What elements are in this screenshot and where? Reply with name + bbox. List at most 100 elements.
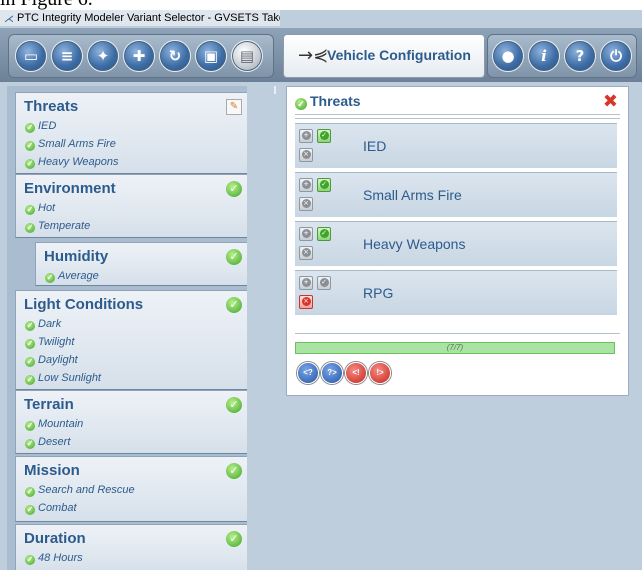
select-toggle[interactable]: ✓ xyxy=(317,276,331,290)
section-light-conditions[interactable]: Light Conditions ✓ ✓ Dark ✓ Twilight ✓ Dayl… xyxy=(15,290,247,390)
page-title-box: →⋞ Vehicle Configuration xyxy=(283,34,485,78)
divider xyxy=(295,333,620,334)
threat-row-ied[interactable]: + ✓ × IED xyxy=(295,123,617,168)
titlebar-strip xyxy=(280,10,642,26)
threat-row-rpg[interactable]: + ✓ × RPG xyxy=(295,270,617,315)
list-item: ✓ Mountain xyxy=(25,418,84,431)
check-icon: ✓ xyxy=(226,463,242,479)
list-item: ✓ Temperate xyxy=(25,220,91,233)
check-icon: ✓ xyxy=(226,397,242,413)
divider xyxy=(295,114,620,115)
section-threats[interactable]: Threats ✎ ✓ IED ✓ Small Arms Fire ✓ Heavy W… xyxy=(15,92,247,174)
package-icon[interactable]: ▣ xyxy=(195,40,227,72)
check-icon: ✓ xyxy=(25,123,35,133)
exclude-toggle[interactable]: × xyxy=(299,148,313,162)
section-title: Environment xyxy=(24,180,116,197)
list-item: ✓ Low Sunlight xyxy=(25,372,101,385)
list-item: ✓ Heavy Weapons xyxy=(25,156,119,169)
threats-editor-panel: ✓ Threats ✖ + ✓ × IED + ✓ × Small Arms Fi… xyxy=(286,86,629,396)
check-icon: ✓ xyxy=(226,181,242,197)
section-terrain[interactable]: Terrain ✓ ✓ Mountain ✓ Desert xyxy=(15,390,247,454)
next-unresolved-button[interactable]: ?> xyxy=(321,362,343,384)
magic-wand-icon[interactable]: ✦ xyxy=(87,40,119,72)
toolbar-right-group: ● i ? ⏻ xyxy=(487,34,637,78)
expand-icon[interactable]: ✚ xyxy=(123,40,155,72)
check-icon: ✓ xyxy=(295,98,307,110)
threat-label: Heavy Weapons xyxy=(363,236,466,252)
threat-label: Small Arms Fire xyxy=(363,187,462,203)
window-title: PTC Integrity Modeler Variant Selector -… xyxy=(17,12,280,24)
previous-unresolved-button[interactable]: <? xyxy=(297,362,319,384)
check-icon: ✓ xyxy=(226,531,242,547)
list-item: ✓ Search and Rescue xyxy=(25,484,135,497)
list-item: ✓ Hot xyxy=(25,202,56,215)
check-icon: ✓ xyxy=(25,357,35,367)
edit-icon[interactable]: ✎ xyxy=(226,99,242,115)
select-toggle[interactable]: ✓ xyxy=(317,178,331,192)
selection-summary-panel: Threats ✎ ✓ IED ✓ Small Arms Fire ✓ Heavy W… xyxy=(7,86,247,570)
connector-icon: ⋌ xyxy=(4,14,14,25)
info-icon[interactable]: i xyxy=(528,40,560,72)
list-item: ✓ IED xyxy=(25,120,57,133)
check-icon: ✓ xyxy=(25,339,35,349)
refresh-icon[interactable]: ↻ xyxy=(159,40,191,72)
exclude-toggle[interactable]: × xyxy=(299,246,313,260)
check-icon: ✓ xyxy=(25,487,35,497)
include-toggle[interactable]: + xyxy=(299,276,313,290)
page-title: Vehicle Configuration xyxy=(327,47,471,63)
section-mission[interactable]: Mission ✓ ✓ Search and Rescue ✓ Combat xyxy=(15,456,247,522)
list-item: ✓ Twilight xyxy=(25,336,75,349)
toolbar: ▭ ≡ ✦ ✚ ↻ ▣ ▤ →⋞ Vehicle Configuration ●… xyxy=(0,28,642,94)
toolbar-left-group: ▭ ≡ ✦ ✚ ↻ ▣ ▤ xyxy=(8,34,274,78)
list-item: ✓ Dark xyxy=(25,318,62,331)
check-icon: ✓ xyxy=(25,159,35,169)
exclude-toggle[interactable]: × xyxy=(299,197,313,211)
check-icon: ✓ xyxy=(25,555,35,565)
include-toggle[interactable]: + xyxy=(299,129,313,143)
check-icon: ✓ xyxy=(226,297,242,313)
section-duration[interactable]: Duration ✓ ✓ 48 Hours xyxy=(15,524,247,570)
check-icon: ✓ xyxy=(25,375,35,385)
document-text-fragment: in Figure 6. xyxy=(0,0,93,10)
section-title: Threats xyxy=(24,98,79,115)
section-title: Humidity xyxy=(44,248,109,265)
list-item: ✓ Daylight xyxy=(25,354,78,367)
section-humidity[interactable]: Humidity ✓ ✓ Average xyxy=(35,242,247,286)
list-item: ✓ Desert xyxy=(25,436,71,449)
section-title: Terrain xyxy=(24,396,74,413)
threat-row-small-arms-fire[interactable]: + ✓ × Small Arms Fire xyxy=(295,172,617,217)
check-icon: ✓ xyxy=(25,205,35,215)
section-title: Duration xyxy=(24,530,86,547)
next-conflict-button[interactable]: !> xyxy=(369,362,391,384)
toolbar-separator xyxy=(274,86,276,94)
list-item: ✓ 48 Hours xyxy=(25,552,83,565)
check-icon: ✓ xyxy=(226,249,242,265)
chat-icon[interactable]: ● xyxy=(492,40,524,72)
progress-bar: (7/7) xyxy=(295,342,615,354)
previous-conflict-button[interactable]: <! xyxy=(345,362,367,384)
exclude-toggle[interactable]: × xyxy=(299,295,313,309)
power-icon[interactable]: ⏻ xyxy=(600,40,632,72)
check-icon: ✓ xyxy=(25,321,35,331)
connector-icon: →⋞ xyxy=(298,45,329,66)
window-titlebar: ⋌ PTC Integrity Modeler Variant Selector … xyxy=(0,10,280,26)
file-lock-icon[interactable]: ▤ xyxy=(231,40,263,72)
threat-label: RPG xyxy=(363,285,394,301)
help-icon[interactable]: ? xyxy=(564,40,596,72)
include-toggle[interactable]: + xyxy=(299,178,313,192)
include-toggle[interactable]: + xyxy=(299,227,313,241)
section-title: Mission xyxy=(24,462,80,479)
close-icon[interactable]: ✖ xyxy=(603,91,618,112)
section-title: Light Conditions xyxy=(24,296,144,313)
select-toggle[interactable]: ✓ xyxy=(317,129,331,143)
threat-label: IED xyxy=(363,138,387,154)
check-icon: ✓ xyxy=(25,439,35,449)
section-environment[interactable]: Environment ✓ ✓ Hot ✓ Temperate xyxy=(15,174,247,238)
check-icon: ✓ xyxy=(25,421,35,431)
threat-row-heavy-weapons[interactable]: + ✓ × Heavy Weapons xyxy=(295,221,617,266)
document-icon[interactable]: ≡ xyxy=(51,40,83,72)
list-item: ✓ Average xyxy=(45,270,99,283)
list-item: ✓ Small Arms Fire xyxy=(25,138,116,151)
select-toggle[interactable]: ✓ xyxy=(317,227,331,241)
open-folder-icon[interactable]: ▭ xyxy=(15,40,47,72)
